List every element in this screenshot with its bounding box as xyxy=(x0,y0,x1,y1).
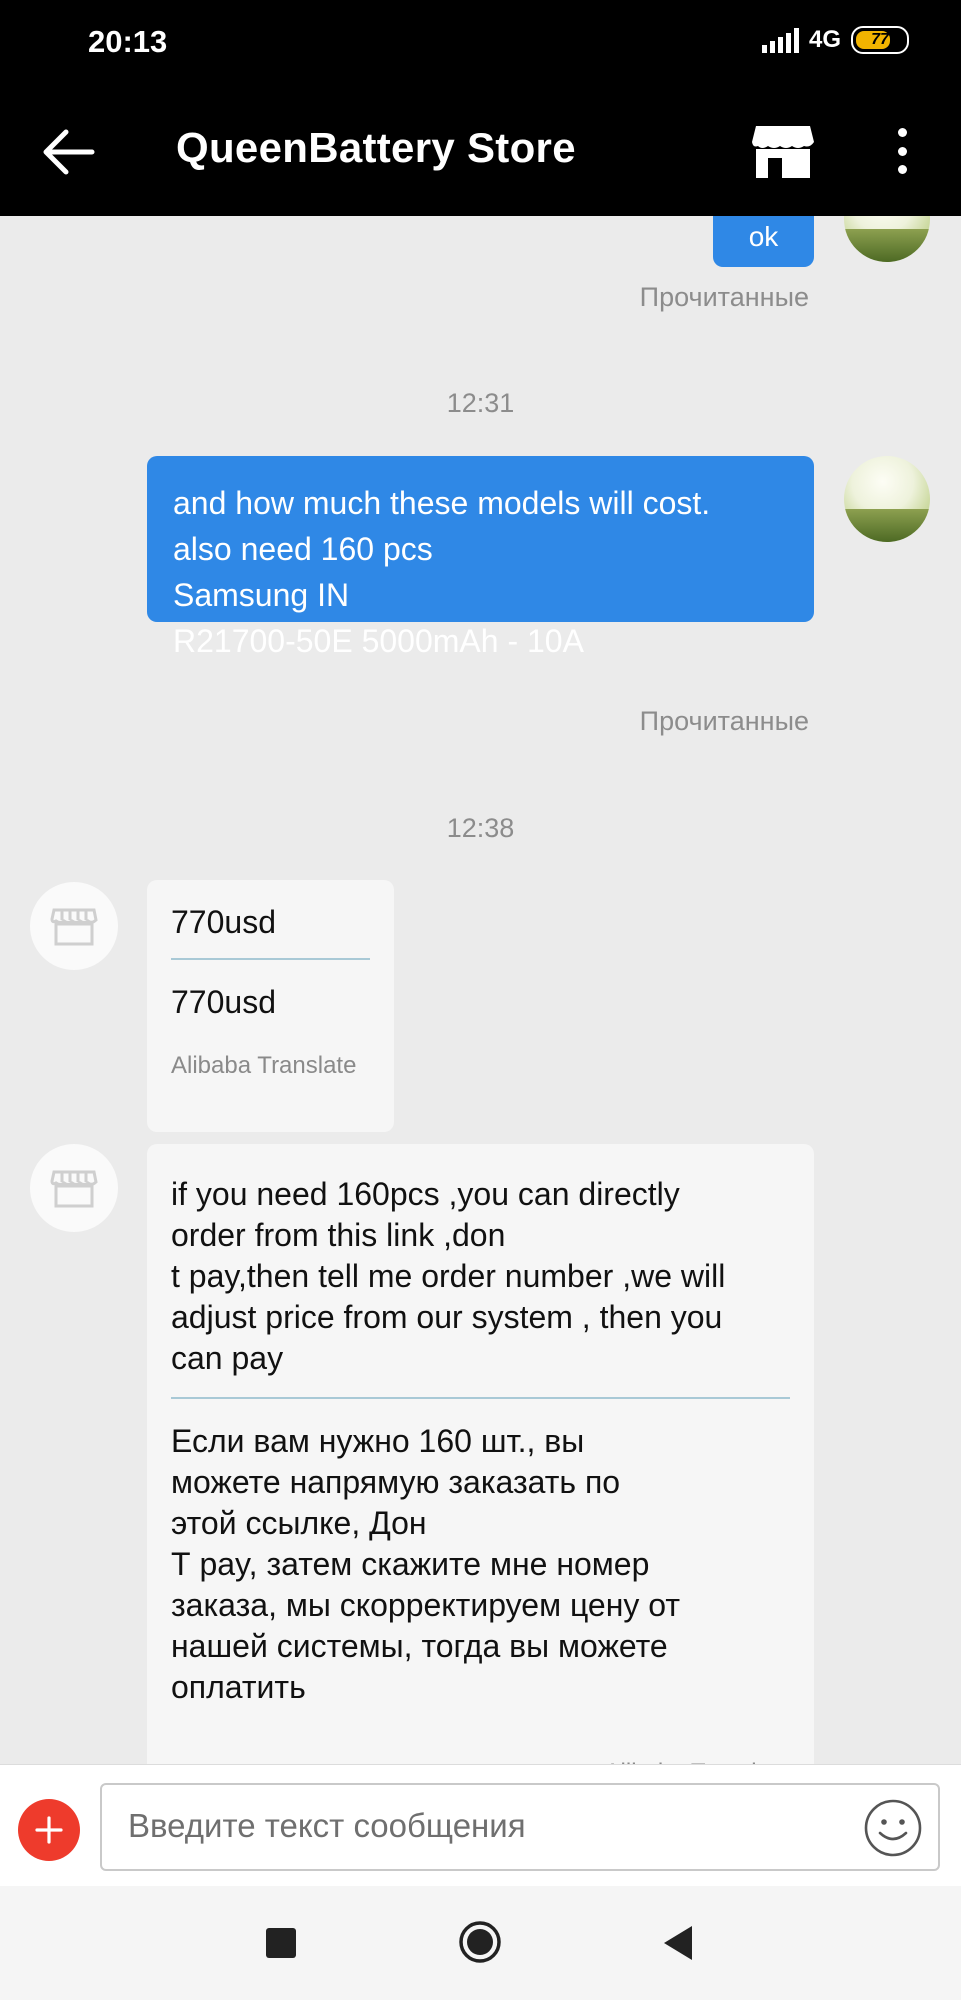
user-avatar[interactable] xyxy=(844,456,930,542)
store-avatar[interactable] xyxy=(30,882,118,970)
translation-line: оплатить xyxy=(171,1669,306,1705)
message-line: order from this link ,don xyxy=(171,1217,506,1253)
message-line: t pay,then tell me order number ,we will xyxy=(171,1258,726,1294)
user-avatar[interactable] xyxy=(844,216,930,262)
message-input-bar xyxy=(0,1764,961,1887)
message-translation: 770usd xyxy=(171,984,276,1020)
message-line: can pay xyxy=(171,1340,284,1376)
message-original: 770usd xyxy=(171,904,276,940)
message-line: R21700-50E 5000mAh - 10A xyxy=(173,623,584,659)
translation-line: Если вам нужно 160 шт., вы xyxy=(171,1423,585,1459)
back-button[interactable] xyxy=(40,126,96,178)
store-icon xyxy=(50,908,98,946)
status-bar: 20:13 4G 77 xyxy=(0,0,961,86)
message-line: adjust price from our system , then you xyxy=(171,1299,723,1335)
timestamp: 12:38 xyxy=(446,813,515,843)
more-options-button[interactable] xyxy=(884,122,920,180)
message-line: also need 160 pcs xyxy=(173,531,433,567)
translation-line: нашей системы, тогда вы можете xyxy=(171,1628,668,1664)
translation-line: заказа, мы скорректируем цену от xyxy=(171,1587,681,1623)
battery-icon: 77 xyxy=(851,26,909,54)
chat-title: QueenBattery Store xyxy=(176,124,576,171)
store-icon xyxy=(50,1170,98,1208)
translation-line: можете напрямую заказать по xyxy=(171,1464,621,1500)
timestamp: 12:31 xyxy=(446,388,515,418)
message-line: if you need 160pcs ,you can directly xyxy=(171,1176,680,1212)
translation-line: Т pay, затем скажите мне номер xyxy=(171,1546,650,1582)
translator-label: Alibaba Translate xyxy=(171,1752,790,1764)
translator-label: Alibaba Translate xyxy=(171,1052,357,1079)
message-input-container[interactable] xyxy=(100,1783,940,1871)
nav-back-button[interactable] xyxy=(660,1924,694,1962)
translation-divider xyxy=(171,1397,790,1399)
app-header: QueenBattery Store xyxy=(0,86,961,216)
status-time: 20:13 xyxy=(88,24,168,59)
plus-icon xyxy=(35,1816,63,1844)
network-type: 4G xyxy=(808,26,841,53)
translation-line: этой ссылке, Дон xyxy=(171,1505,427,1541)
signal-icon xyxy=(761,27,799,53)
incoming-message[interactable]: 770usd 770usd Alibaba Translate xyxy=(147,880,394,1132)
incoming-message[interactable]: if you need 160pcs ,you can directly ord… xyxy=(147,1144,814,1764)
arrow-left-icon xyxy=(43,129,95,175)
message-text: ok xyxy=(748,221,779,252)
read-status: Прочитанные xyxy=(639,706,809,736)
recent-apps-button[interactable] xyxy=(266,1928,296,1958)
battery-percent: 77 xyxy=(871,31,889,48)
system-navigation-bar xyxy=(0,1886,961,2000)
attach-button[interactable] xyxy=(18,1799,80,1861)
message-line: Samsung IN xyxy=(173,577,350,613)
status-icons: 4G 77 xyxy=(761,26,909,54)
store-avatar[interactable] xyxy=(30,1144,118,1232)
message-line: and how much these models will cost. xyxy=(173,485,711,521)
outgoing-message[interactable]: and how much these models will cost. als… xyxy=(147,456,814,659)
outgoing-message[interactable]: ok xyxy=(713,216,814,267)
store-icon xyxy=(752,126,814,178)
home-button[interactable] xyxy=(458,1920,502,1964)
chat-area[interactable]: ok Прочитанные 12:31 and how much these … xyxy=(0,216,961,1764)
emoji-icon[interactable] xyxy=(862,1797,924,1859)
read-status: Прочитанные xyxy=(639,282,809,312)
store-button[interactable] xyxy=(750,122,816,180)
more-vertical-icon xyxy=(897,128,907,137)
message-input[interactable] xyxy=(126,1785,830,1867)
